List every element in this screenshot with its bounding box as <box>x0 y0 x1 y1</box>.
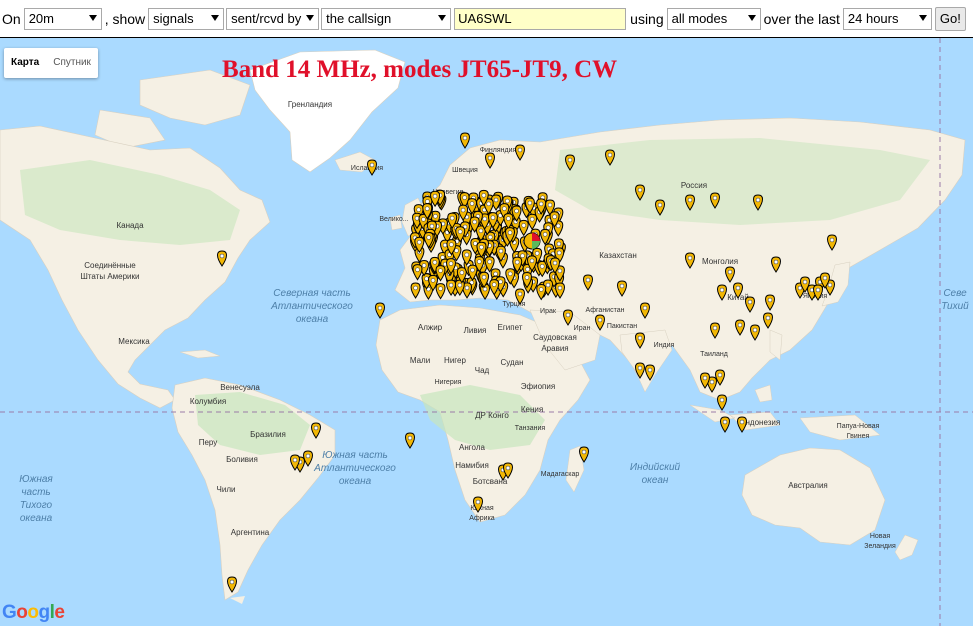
modes-value: all modes <box>671 10 728 26</box>
map-label-venezuela: Венесуэла <box>220 383 260 392</box>
map-label-iran: Иран <box>574 325 591 332</box>
map-label-mexico: Мексика <box>118 337 150 346</box>
chevron-down-icon <box>438 14 447 21</box>
map-label-afghanistan: Афганистан <box>586 307 625 314</box>
map-label-sweden: Швеция <box>452 167 478 174</box>
using-label: using <box>630 10 664 27</box>
world-map[interactable]: Гренландия Исландия Финляндия Норвегия Швеци… <box>0 38 973 626</box>
band-select[interactable]: 20m <box>23 7 102 30</box>
on-label: On <box>2 10 21 27</box>
map-label-greenland: Гренландия <box>288 100 332 109</box>
map-label-uk: Велико... <box>379 216 408 223</box>
map-label-mali: Мали <box>410 356 430 365</box>
map-label-tanzania: Танзания <box>515 425 546 432</box>
map-label-angola: Ангола <box>459 443 485 452</box>
map-label-nigeria: Нигерия <box>435 379 462 386</box>
map-label-pakistan: Пакистан <box>607 323 637 330</box>
map-label-turkey: Турция <box>503 301 526 308</box>
band-value: 20m <box>28 10 54 26</box>
chevron-down-icon <box>747 14 756 21</box>
map-canvas[interactable]: ГренландияИсландияФинляндияНорвегияШвеци… <box>0 38 973 626</box>
map-label-niger: Нигер <box>444 356 466 365</box>
map-label-canada: Канада <box>116 221 144 230</box>
map-label-russia: Россия <box>681 181 707 190</box>
show-select[interactable]: signals <box>148 7 225 30</box>
map-label-australia: Австралия <box>788 481 828 490</box>
chevron-down-icon <box>918 14 927 21</box>
map-label-peru: Перу <box>199 438 218 447</box>
map-label-algeria: Алжир <box>418 323 443 332</box>
map-type-control: Карта Спутник <box>4 48 98 78</box>
map-label-egypt: Египет <box>498 323 523 332</box>
map-label-iceland: Исландия <box>351 165 383 172</box>
map-label-madagascar: Мадагаскар <box>541 471 580 478</box>
chevron-down-icon <box>211 14 220 21</box>
map-label-finland: Финляндия <box>480 147 517 154</box>
go-button[interactable]: Go! <box>934 6 966 31</box>
target-select[interactable]: the callsign <box>321 7 452 30</box>
map-label-argentina: Аргентина <box>231 528 270 537</box>
map-label-colombia: Колумбия <box>190 397 226 406</box>
map-label-iraq: Ирак <box>540 308 557 315</box>
show-value: signals <box>153 10 194 26</box>
chevron-down-icon <box>88 14 97 21</box>
map-label-mongolia: Монголия <box>702 257 738 266</box>
direction-value: sent/rcvd by <box>231 10 302 26</box>
show-label: , show <box>104 10 146 27</box>
modes-select[interactable]: all modes <box>666 7 761 30</box>
map-label-india: Индия <box>654 342 675 349</box>
period-select[interactable]: 24 hours <box>842 7 932 30</box>
map-label-kazakhstan: Казахстан <box>599 251 637 260</box>
map-label-chad: Чад <box>475 366 490 375</box>
period-value: 24 hours <box>847 10 899 26</box>
direction-select[interactable]: sent/rcvd by <box>226 7 320 30</box>
home-station-marker[interactable] <box>523 232 541 250</box>
over-label: over the last <box>763 10 840 27</box>
map-label-libya: Ливия <box>464 326 487 335</box>
chevron-down-icon <box>306 14 315 21</box>
map-label-ethiopia: Эфиопия <box>521 382 555 391</box>
map-label-thailand: Таиланд <box>700 351 728 358</box>
map-type-tab-satellite[interactable]: Спутник <box>46 48 98 78</box>
map-type-tab-map[interactable]: Карта <box>4 48 46 78</box>
target-value: the callsign <box>326 10 392 26</box>
overlay-title: Band 14 MHz, modes JT65-JT9, CW <box>222 56 618 83</box>
google-logo: Google <box>2 602 65 623</box>
map-label-bolivia: Боливия <box>226 455 258 464</box>
map-label-namibia: Намибия <box>455 461 489 470</box>
map-label-sudan: Судан <box>500 358 523 367</box>
map-label-drc: ДР Конго <box>475 411 509 420</box>
map-label-brazil: Бразилия <box>250 430 286 439</box>
map-label-chile: Чили <box>217 485 236 494</box>
map-label-kenya: Кения <box>521 405 543 414</box>
callsign-input[interactable]: UA6SWL <box>454 7 627 30</box>
query-toolbar: On 20m , show signals sent/rcvd by the c… <box>0 0 973 38</box>
